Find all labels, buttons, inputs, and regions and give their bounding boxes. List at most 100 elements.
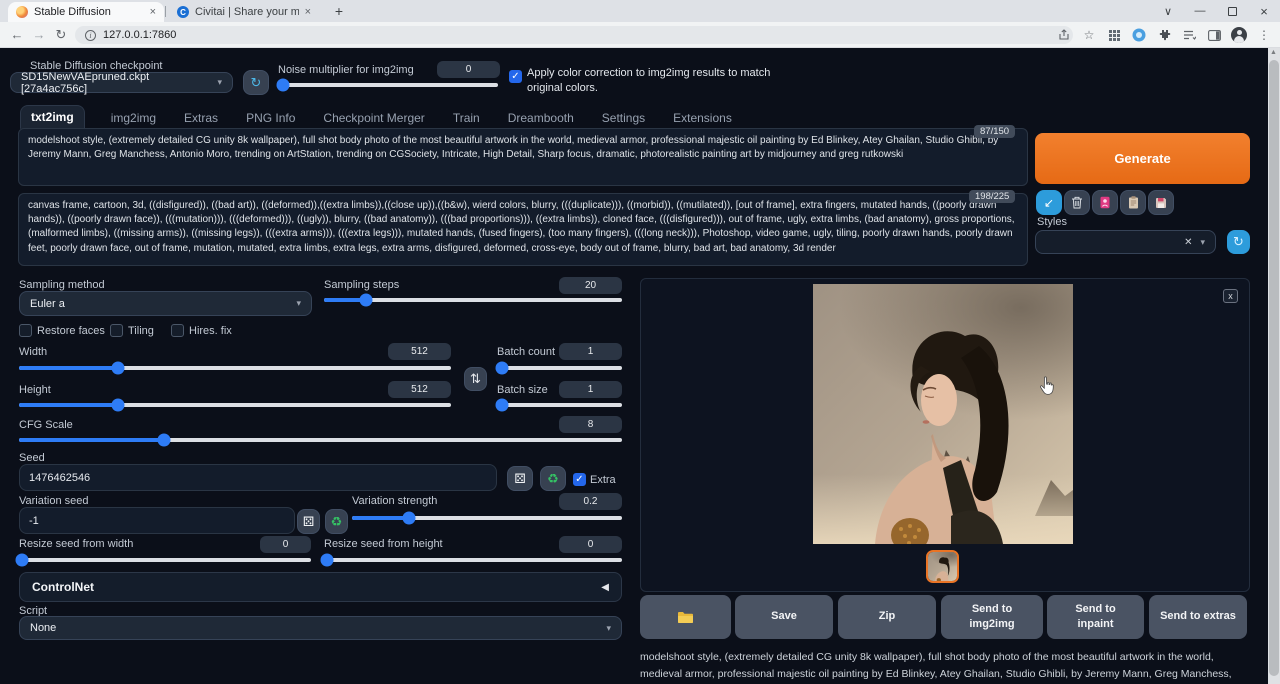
checkpoint-select[interactable]: SD15NewVAEpruned.ckpt [27a4ac756c] ▾ [10,72,233,93]
negative-prompt-textarea[interactable]: canvas frame, cartoon, 3d, ((disfigured)… [18,193,1028,266]
resize-seed-height-value[interactable]: 0 [559,536,622,553]
batch-count-slider[interactable] [497,366,622,370]
chevron-down-icon: ▾ [217,77,222,88]
height-slider[interactable] [19,403,451,407]
tab-extras[interactable]: Extras [182,107,220,129]
tab-extensions[interactable]: Extensions [671,107,734,129]
styles-select[interactable]: ✕ ▾ [1035,230,1216,254]
resize-seed-width-value[interactable]: 0 [260,536,311,553]
batch-count-value[interactable]: 1 [559,343,622,360]
batch-size-slider[interactable] [497,403,622,407]
window-restore-button[interactable] [1216,0,1248,22]
sampling-steps-slider[interactable] [324,298,622,302]
reuse-seed-button[interactable]: ♻ [540,466,566,491]
gallery-thumbnail-selected[interactable] [926,550,959,583]
variation-strength-value[interactable]: 0.2 [559,493,622,510]
controlnet-label: ControlNet [32,580,94,594]
reading-list-icon[interactable] [1181,27,1197,43]
send-to-inpaint-button[interactable]: Send to inpaint [1047,595,1144,639]
open-folder-button[interactable] [640,595,731,639]
extension-blue-dot-icon[interactable] [1131,27,1147,43]
new-tab-button[interactable]: + [330,3,348,21]
resize-seed-height-slider[interactable] [324,558,622,562]
window-minimize-button[interactable]: — [1184,0,1216,22]
browser-tab-civitai[interactable]: C Civitai | Share your models × [169,2,319,22]
cfg-scale-slider[interactable] [19,438,622,442]
refresh-styles-button[interactable]: ↻ [1227,230,1250,254]
extension-grid-icon[interactable] [1106,27,1122,43]
random-variation-seed-button[interactable]: ⚄ [297,509,320,534]
bookmark-star-icon[interactable]: ☆ [1081,27,1097,43]
extra-networks-button[interactable] [1092,190,1118,215]
seed-input[interactable]: 1476462546 [19,464,497,491]
page-scrollbar[interactable]: ▲ [1268,48,1280,684]
scrollbar-up-icon[interactable]: ▲ [1270,49,1277,56]
scrollbar-thumb[interactable] [1269,60,1279,676]
address-bar[interactable]: i 127.0.0.1:7860 [75,26,1073,44]
batch-size-value[interactable]: 1 [559,381,622,398]
dice-icon: ⚄ [514,471,525,487]
side-panel-icon[interactable] [1206,27,1222,43]
controlnet-accordion[interactable]: ControlNet ◀ [19,572,622,602]
hires-fix-checkbox[interactable] [171,324,184,337]
refresh-checkpoints-button[interactable]: ↻ [243,70,269,95]
variation-strength-slider[interactable] [352,516,622,520]
page-info-icon[interactable]: i [85,30,96,41]
menu-kebab-icon[interactable]: ⋮ [1256,27,1272,43]
tab-train[interactable]: Train [451,107,482,129]
tab-dreambooth[interactable]: Dreambooth [506,107,576,129]
collapse-left-icon: ◀ [601,582,609,593]
save-style-button[interactable] [1148,190,1174,215]
zip-button[interactable]: Zip [838,595,936,639]
swap-dimensions-button[interactable]: ⇅ [464,367,487,391]
width-slider[interactable] [19,366,451,370]
extra-seed-checkbox[interactable] [573,473,586,486]
color-correction-checkbox[interactable] [509,70,522,83]
forward-icon[interactable]: → [28,27,50,42]
window-chevron-icon[interactable]: ∨ [1152,0,1184,22]
window-close-button[interactable]: × [1248,0,1280,22]
back-icon[interactable]: ← [6,27,28,42]
sampling-method-select[interactable]: Euler a ▾ [19,291,312,316]
restore-faces-checkbox[interactable] [19,324,32,337]
tab-close-icon[interactable]: × [305,6,311,18]
tiling-checkbox[interactable] [110,324,123,337]
sampling-method-label: Sampling method [19,279,105,291]
resize-seed-width-slider[interactable] [19,558,311,562]
height-value[interactable]: 512 [388,381,451,398]
sampling-method-value: Euler a [30,298,65,310]
tab-png-info[interactable]: PNG Info [244,107,297,129]
variation-seed-input[interactable]: -1 [19,507,295,534]
browser-tab-stable-diffusion[interactable]: Stable Diffusion × [8,2,164,22]
reload-icon[interactable]: ↻ [50,27,72,43]
prompt-textarea[interactable]: modelshoot style, (extremely detailed CG… [18,128,1028,186]
clear-prompt-button[interactable] [1064,190,1090,215]
reuse-variation-seed-button[interactable]: ♻ [325,509,348,534]
tab-close-icon[interactable]: × [150,6,156,18]
close-image-icon[interactable]: x [1223,289,1238,303]
random-seed-button[interactable]: ⚄ [507,466,533,491]
tab-checkpoint-merger[interactable]: Checkpoint Merger [321,107,426,129]
width-value[interactable]: 512 [388,343,451,360]
width-label: Width [19,346,47,358]
save-button[interactable]: Save [735,595,833,639]
tab-img2img[interactable]: img2img [109,107,158,129]
read-params-button[interactable]: ↙ [1036,190,1062,215]
generated-image[interactable] [813,284,1073,544]
apply-styles-button[interactable] [1120,190,1146,215]
send-to-img2img-button[interactable]: Send to img2img [941,595,1043,639]
send-to-extras-button[interactable]: Send to extras [1149,595,1247,639]
clear-styles-icon[interactable]: ✕ [1184,237,1192,248]
noise-multiplier-slider[interactable] [281,83,498,87]
noise-multiplier-value[interactable]: 0 [437,61,500,78]
generate-button[interactable]: Generate [1035,133,1250,184]
cfg-scale-label: CFG Scale [19,419,73,431]
tab-settings[interactable]: Settings [600,107,647,129]
sampling-steps-value[interactable]: 20 [559,277,622,294]
tab-txt2img[interactable]: txt2img [20,105,85,129]
script-select[interactable]: None ▾ [19,616,622,640]
profile-avatar[interactable] [1231,27,1247,43]
cfg-scale-value[interactable]: 8 [559,416,622,433]
extensions-puzzle-icon[interactable] [1156,27,1172,43]
share-icon[interactable] [1056,27,1072,43]
